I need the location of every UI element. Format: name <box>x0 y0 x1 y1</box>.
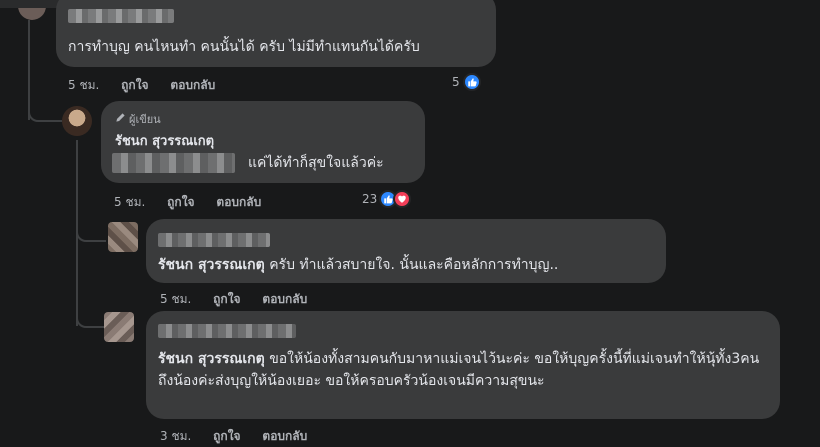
like-button[interactable]: ถูกใจ <box>121 78 148 92</box>
thread-connector <box>28 104 62 122</box>
like-button[interactable]: ถูกใจ <box>167 195 194 209</box>
comment-text: แค่ได้ทำก็สุขใจแล้วค่ะ <box>248 155 384 171</box>
comment-text: รัชนก สุวรรณเกตุ ขอให้น้องทั้งสามคนกับมา… <box>158 348 770 392</box>
reaction-count: 23 <box>362 192 378 206</box>
like-button[interactable]: ถูกใจ <box>213 429 240 443</box>
comment-text: การทำบุญ คนไหนทำ คนนั้นได้ ครับ ไม่มีทำแ… <box>68 39 420 55</box>
comment-actions: 5 ชม. ถูกใจ ตอบกลับ <box>160 290 325 309</box>
avatar[interactable] <box>104 312 134 342</box>
comment-actions: 5 ชม. ถูกใจ ตอบกลับ <box>114 193 279 212</box>
mention-link[interactable]: รัชนก สุวรรณเกตุ <box>158 257 265 273</box>
reaction-summary[interactable]: 23 <box>362 190 412 208</box>
comment-actions: 3 ชม. ถูกใจ ตอบกลับ <box>160 427 325 446</box>
blurred-mention <box>112 153 235 173</box>
timestamp[interactable]: 5 ชม. <box>68 78 99 92</box>
thread-connector <box>76 312 106 328</box>
comment-body: ครับ ทำแล้วสบายใจ. นั้นและคือหลักการทำบุ… <box>269 257 559 273</box>
blurred-commenter-name <box>68 9 174 23</box>
blurred-commenter-name <box>158 233 270 247</box>
author-avatar[interactable] <box>62 106 92 136</box>
like-button[interactable]: ถูกใจ <box>213 292 240 306</box>
mention-link[interactable]: รัชนก สุวรรณเกตุ <box>158 351 265 367</box>
comment-actions: 5 ชม. ถูกใจ ตอบกลับ <box>68 76 233 95</box>
commenter-name[interactable]: รัชนก สุวรรณเกตุ <box>115 130 214 151</box>
blurred-commenter-name <box>158 324 296 338</box>
author-badge: ผู้เขียน <box>115 110 161 128</box>
reaction-summary[interactable]: 5 <box>452 73 481 91</box>
timestamp[interactable]: 5 ชม. <box>160 292 191 306</box>
reply-button[interactable]: ตอบกลับ <box>170 78 215 92</box>
heart-icon <box>393 190 412 208</box>
reaction-count: 5 <box>452 75 460 89</box>
reply-button[interactable]: ตอบกลับ <box>216 195 261 209</box>
reply-button[interactable]: ตอบกลับ <box>262 292 307 306</box>
author-badge-label: ผู้เขียน <box>129 113 161 126</box>
timestamp[interactable]: 5 ชม. <box>114 195 145 209</box>
comment-text: รัชนก สุวรรณเกตุ ครับ ทำแล้วสบายใจ. นั้น… <box>158 256 558 275</box>
thumbs-up-icon <box>462 73 481 91</box>
timestamp[interactable]: 3 ชม. <box>160 429 191 443</box>
pencil-icon <box>115 112 126 126</box>
avatar[interactable] <box>108 222 138 252</box>
reply-button[interactable]: ตอบกลับ <box>262 429 307 443</box>
